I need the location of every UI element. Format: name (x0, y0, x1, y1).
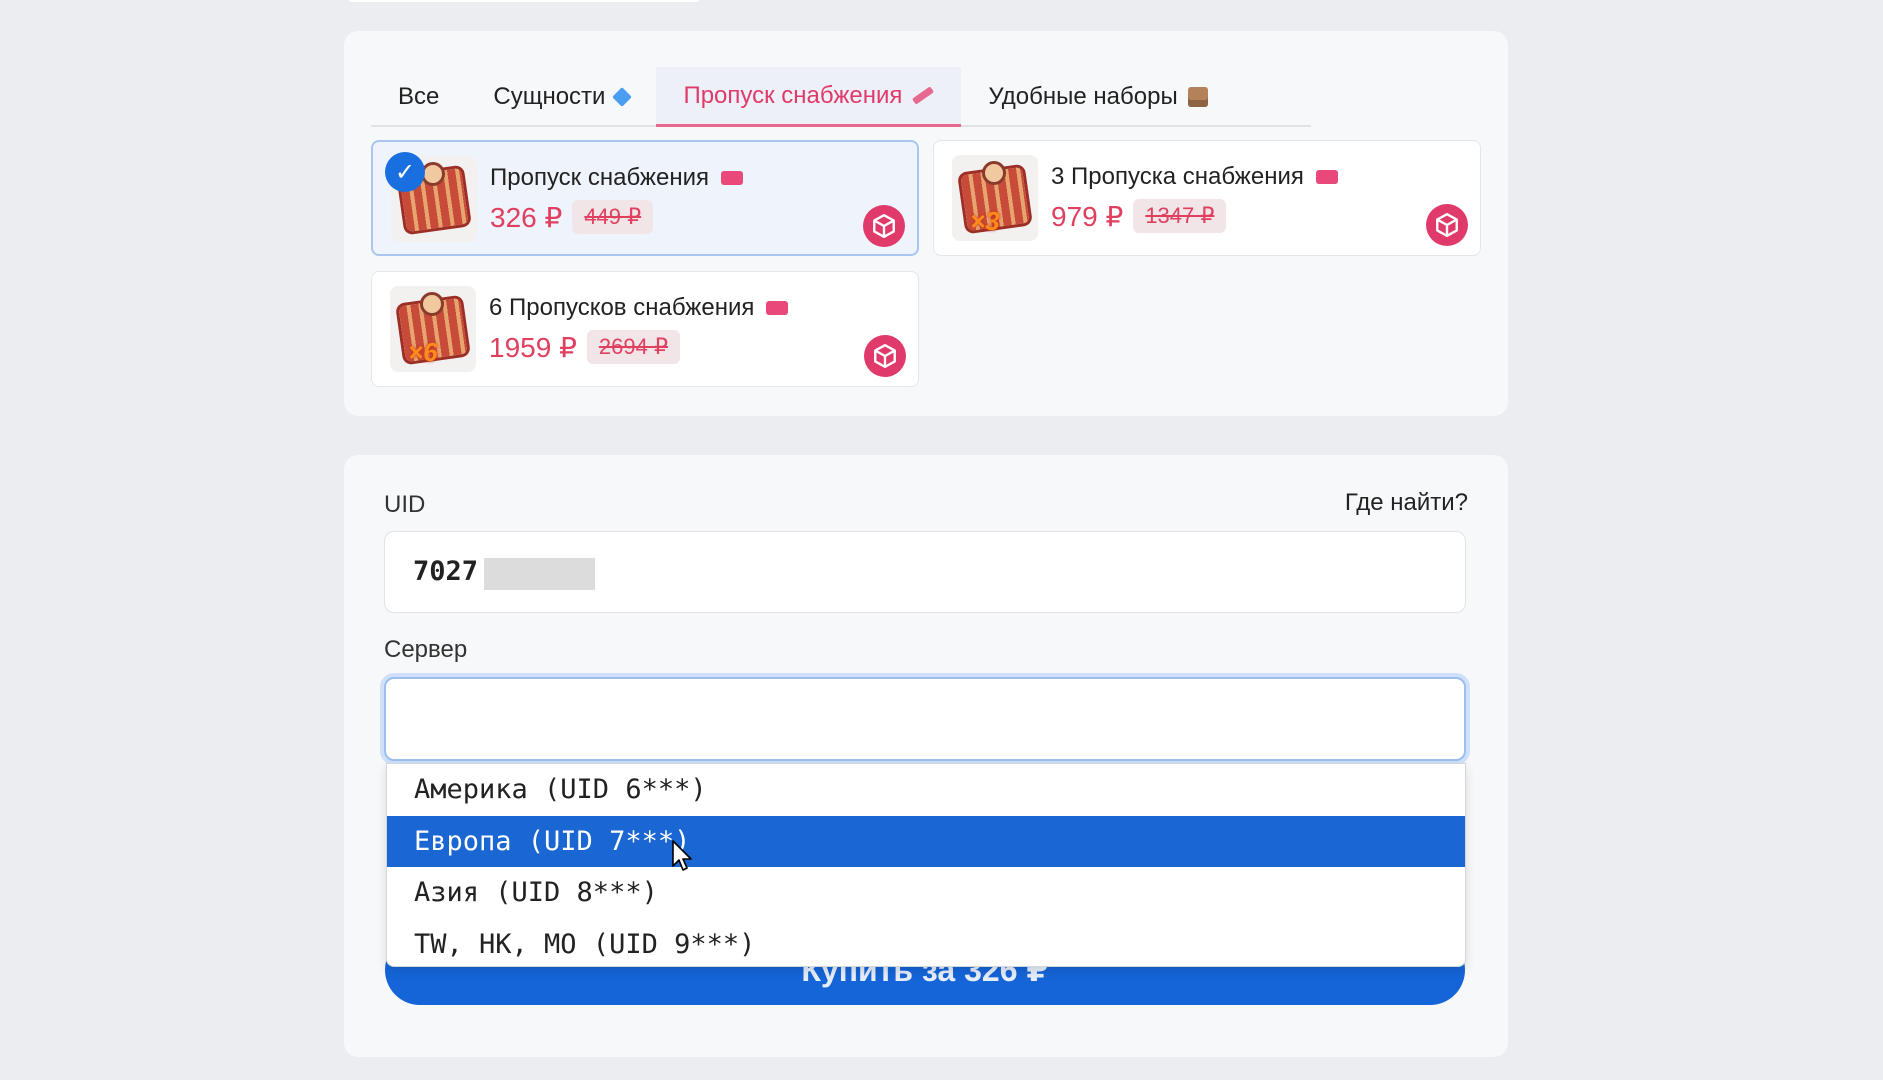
box-icon (1187, 87, 1208, 107)
products-panel: Все Сущности Пропуск снабжения Удобные н… (344, 31, 1508, 416)
tab-supply-pass-label: Пропуск снабжения (683, 81, 903, 109)
tab-bundles-label: Удобные наборы (988, 83, 1178, 110)
server-option-america[interactable]: Америка (UID 6***) (387, 764, 1465, 816)
uid-input[interactable]: 7027 (384, 531, 1466, 613)
tab-bundles[interactable]: Удобные наборы (961, 67, 1234, 127)
product-price: 1959 ₽ (489, 331, 577, 363)
product-title: 3 Пропуска снабжения (1051, 163, 1338, 191)
multiplier-badge: ×3 (970, 206, 1000, 236)
product-image: ×6 (390, 286, 476, 372)
category-tabs: Все Сущности Пропуск снабжения Удобные н… (371, 67, 1311, 127)
where-to-find-link[interactable]: Где найти? (1345, 489, 1468, 517)
price-row: 326 ₽ 449 ₽ (490, 200, 654, 234)
product-title-text: Пропуск снабжения (490, 164, 709, 191)
tab-entities-label: Сущности (493, 83, 606, 110)
server-option-tw-hk-mo[interactable]: TW, HK, MO (UID 9***) (387, 919, 1465, 971)
purchase-form-panel: UID Где найти? 7027 Сервер Купить за 326… (344, 455, 1508, 1057)
uid-label: UID (384, 491, 426, 518)
uid-value: 7027 (413, 556, 479, 587)
cube-icon[interactable] (1426, 204, 1468, 246)
pencil-icon (912, 86, 935, 105)
product-card-6-supply-passes[interactable]: ×6 6 Пропусков снабжения 1959 ₽ 2694 ₽ (371, 271, 919, 387)
uid-redaction (484, 558, 595, 590)
cube-icon[interactable] (863, 205, 905, 247)
product-price: 326 ₽ (490, 201, 563, 233)
server-option-asia[interactable]: Азия (UID 8***) (387, 867, 1465, 919)
product-title-text: 3 Пропуска снабжения (1051, 163, 1304, 190)
server-label: Сервер (384, 636, 468, 663)
top-bar-remnant (348, 0, 700, 2)
multiplier-badge: ×6 (408, 337, 438, 367)
cube-icon[interactable] (864, 335, 906, 377)
mouse-cursor-icon (672, 840, 694, 877)
ticket-icon (1315, 170, 1338, 184)
product-card-3-supply-passes[interactable]: ×3 3 Пропуска снабжения 979 ₽ 1347 ₽ (933, 140, 1481, 256)
server-select[interactable] (384, 677, 1466, 761)
product-old-price: 1347 ₽ (1133, 199, 1227, 233)
product-title: 6 Пропусков снабжения (489, 294, 789, 322)
tab-supply-pass[interactable]: Пропуск снабжения (656, 67, 962, 127)
product-old-price: 2694 ₽ (586, 330, 680, 364)
price-row: 1959 ₽ 2694 ₽ (489, 330, 680, 364)
price-row: 979 ₽ 1347 ₽ (1051, 199, 1227, 233)
tab-entities[interactable]: Сущности (466, 67, 656, 127)
tab-all-label: Все (398, 83, 440, 110)
diamond-icon (612, 87, 633, 107)
product-title: Пропуск снабжения (490, 164, 743, 192)
checkmark-icon: ✓ (385, 152, 425, 192)
ticket-icon (766, 301, 789, 315)
tab-all[interactable]: Все (371, 67, 466, 127)
product-old-price: 449 ₽ (572, 200, 654, 234)
product-image: ×3 (952, 155, 1038, 241)
server-dropdown: Америка (UID 6***) Европа (UID 7***) Ази… (386, 763, 1466, 967)
product-card-supply-pass[interactable]: ✓ Пропуск снабжения 326 ₽ 449 ₽ (371, 140, 919, 256)
product-title-text: 6 Пропусков снабжения (489, 294, 755, 321)
ticket-icon (720, 171, 743, 185)
server-option-europe[interactable]: Европа (UID 7***) (387, 815, 1465, 867)
product-price: 979 ₽ (1051, 200, 1124, 232)
